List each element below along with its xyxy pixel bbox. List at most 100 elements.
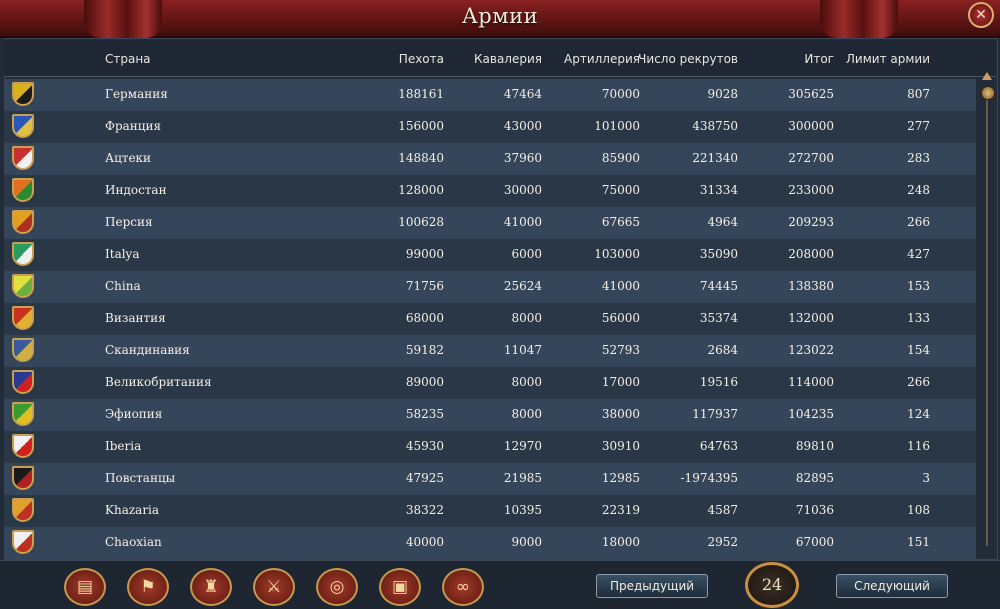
total-value: 123022	[788, 343, 834, 357]
recruits-value: 117937	[692, 407, 738, 421]
artillery-value: 70000	[601, 87, 640, 101]
country-name: Индостан	[105, 183, 167, 197]
buildings-icon[interactable]: ♜	[190, 568, 232, 606]
artillery-value: 103000	[594, 247, 640, 261]
cavalry-value: 9000	[511, 535, 542, 549]
country-flag-icon	[12, 498, 34, 522]
column-header-total[interactable]: Итог	[734, 52, 834, 66]
country-flag-icon	[12, 434, 34, 458]
country-flag-icon	[12, 370, 34, 394]
recruits-value: 4587	[707, 503, 738, 517]
table-row[interactable]: Великобритания 89000 8000 17000 19516 11…	[4, 367, 976, 399]
column-header-recruits[interactable]: Число рекрутов	[638, 52, 738, 66]
table-header: Страна Пехота Кавалерия Артиллерия Число…	[4, 40, 996, 77]
table-row[interactable]: Эфиопия 58235 8000 38000 117937 104235 1…	[4, 399, 976, 431]
infantry-value: 38322	[405, 503, 444, 517]
artillery-value: 75000	[601, 183, 640, 197]
country-name: Франция	[105, 119, 162, 133]
recruits-value: 35374	[699, 311, 738, 325]
army-limit-value: 266	[907, 375, 930, 389]
table-row[interactable]: Khazaria 38322 10395 22319 4587 71036 10…	[4, 495, 976, 527]
country-name: Скандинавия	[105, 343, 190, 357]
column-header-army-limit[interactable]: Лимит армии	[820, 52, 930, 66]
artillery-value: 22319	[601, 503, 640, 517]
ledger-icon[interactable]: ▤	[64, 568, 106, 606]
previous-button[interactable]: Предыдущий	[596, 574, 708, 598]
column-header-infantry[interactable]: Пехота	[344, 52, 444, 66]
scroll-up-arrow-icon[interactable]	[982, 72, 992, 80]
infantry-value: 47925	[405, 471, 444, 485]
artillery-value: 85900	[601, 151, 640, 165]
total-value: 67000	[795, 535, 834, 549]
recruits-value: 31334	[699, 183, 738, 197]
artillery-value: 30910	[601, 439, 640, 453]
table-row[interactable]: Германия 188161 47464 70000 9028 305625 …	[4, 79, 976, 111]
recruits-value: 35090	[699, 247, 738, 261]
recruits-value: 221340	[692, 151, 738, 165]
total-value: 305625	[788, 87, 834, 101]
infantry-value: 71756	[405, 279, 444, 293]
country-flag-icon	[12, 530, 34, 554]
table-row[interactable]: Iberia 45930 12970 30910 64763 89810 116	[4, 431, 976, 463]
cavalry-value: 30000	[503, 183, 542, 197]
scrollbar[interactable]	[980, 72, 995, 554]
cavalry-value: 11047	[503, 343, 542, 357]
infantry-value: 58235	[405, 407, 444, 421]
next-button[interactable]: Следующий	[836, 574, 948, 598]
table-row[interactable]: Византия 68000 8000 56000 35374 132000 1…	[4, 303, 976, 335]
table-row[interactable]: China 71756 25624 41000 74445 138380 153	[4, 271, 976, 303]
total-value: 71036	[795, 503, 834, 517]
scroll-thumb[interactable]	[981, 86, 995, 100]
table-row[interactable]: Italya 99000 6000 103000 35090 208000 42…	[4, 239, 976, 271]
cavalry-value: 25624	[503, 279, 542, 293]
handshake-icon[interactable]: ∞	[442, 568, 484, 606]
total-value: 104235	[788, 407, 834, 421]
table-row[interactable]: Индостан 128000 30000 75000 31334 233000…	[4, 175, 976, 207]
cavalry-value: 6000	[511, 247, 542, 261]
country-name: China	[105, 279, 141, 293]
infantry-value: 156000	[398, 119, 444, 133]
column-header-cavalry[interactable]: Кавалерия	[442, 52, 542, 66]
table-row[interactable]: Франция 156000 43000 101000 438750 30000…	[4, 111, 976, 143]
army-limit-value: 151	[907, 535, 930, 549]
country-name: Повстанцы	[105, 471, 176, 485]
country-flag-icon	[12, 114, 34, 138]
table-row[interactable]: Персия 100628 41000 67665 4964 209293 26…	[4, 207, 976, 239]
column-header-country[interactable]: Страна	[105, 52, 151, 66]
cavalry-value: 8000	[511, 375, 542, 389]
coins-icon[interactable]: ◎	[316, 568, 358, 606]
army-limit-value: 116	[907, 439, 930, 453]
recruits-value: 9028	[707, 87, 738, 101]
infantry-value: 99000	[405, 247, 444, 261]
country-name: Великобритания	[105, 375, 212, 389]
total-value: 209293	[788, 215, 834, 229]
trade-goods-icon[interactable]: ▣	[379, 568, 421, 606]
country-name: Italya	[105, 247, 140, 261]
country-name: Германия	[105, 87, 168, 101]
cavalry-value: 21985	[503, 471, 542, 485]
country-name: Персия	[105, 215, 153, 229]
artillery-value: 56000	[601, 311, 640, 325]
country-flag-icon	[12, 242, 34, 266]
scroll-track[interactable]	[986, 96, 988, 546]
table-row[interactable]: Повстанцы 47925 21985 12985 -1974395 828…	[4, 463, 976, 495]
crossed-swords-icon[interactable]: ⚔	[253, 568, 295, 606]
recruits-value: 4964	[707, 215, 738, 229]
close-icon[interactable]: ✕	[968, 2, 994, 28]
total-value: 132000	[788, 311, 834, 325]
table-row[interactable]: Ацтеки 148840 37960 85900 221340 272700 …	[4, 143, 976, 175]
cavalry-value: 37960	[503, 151, 542, 165]
total-value: 300000	[788, 119, 834, 133]
artillery-value: 52793	[601, 343, 640, 357]
table-row[interactable]: Chaoxian 40000 9000 18000 2952 67000 151	[4, 527, 976, 559]
country-flag-icon	[12, 402, 34, 426]
table-row[interactable]: Скандинавия 59182 11047 52793 2684 12302…	[4, 335, 976, 367]
cavalry-value: 8000	[511, 407, 542, 421]
flag-icon[interactable]: ⚑	[127, 568, 169, 606]
column-header-artillery[interactable]: Артиллерия	[540, 52, 640, 66]
infantry-value: 100628	[398, 215, 444, 229]
infantry-value: 148840	[398, 151, 444, 165]
recruits-value: 2952	[707, 535, 738, 549]
infantry-value: 188161	[398, 87, 444, 101]
army-limit-value: 108	[907, 503, 930, 517]
